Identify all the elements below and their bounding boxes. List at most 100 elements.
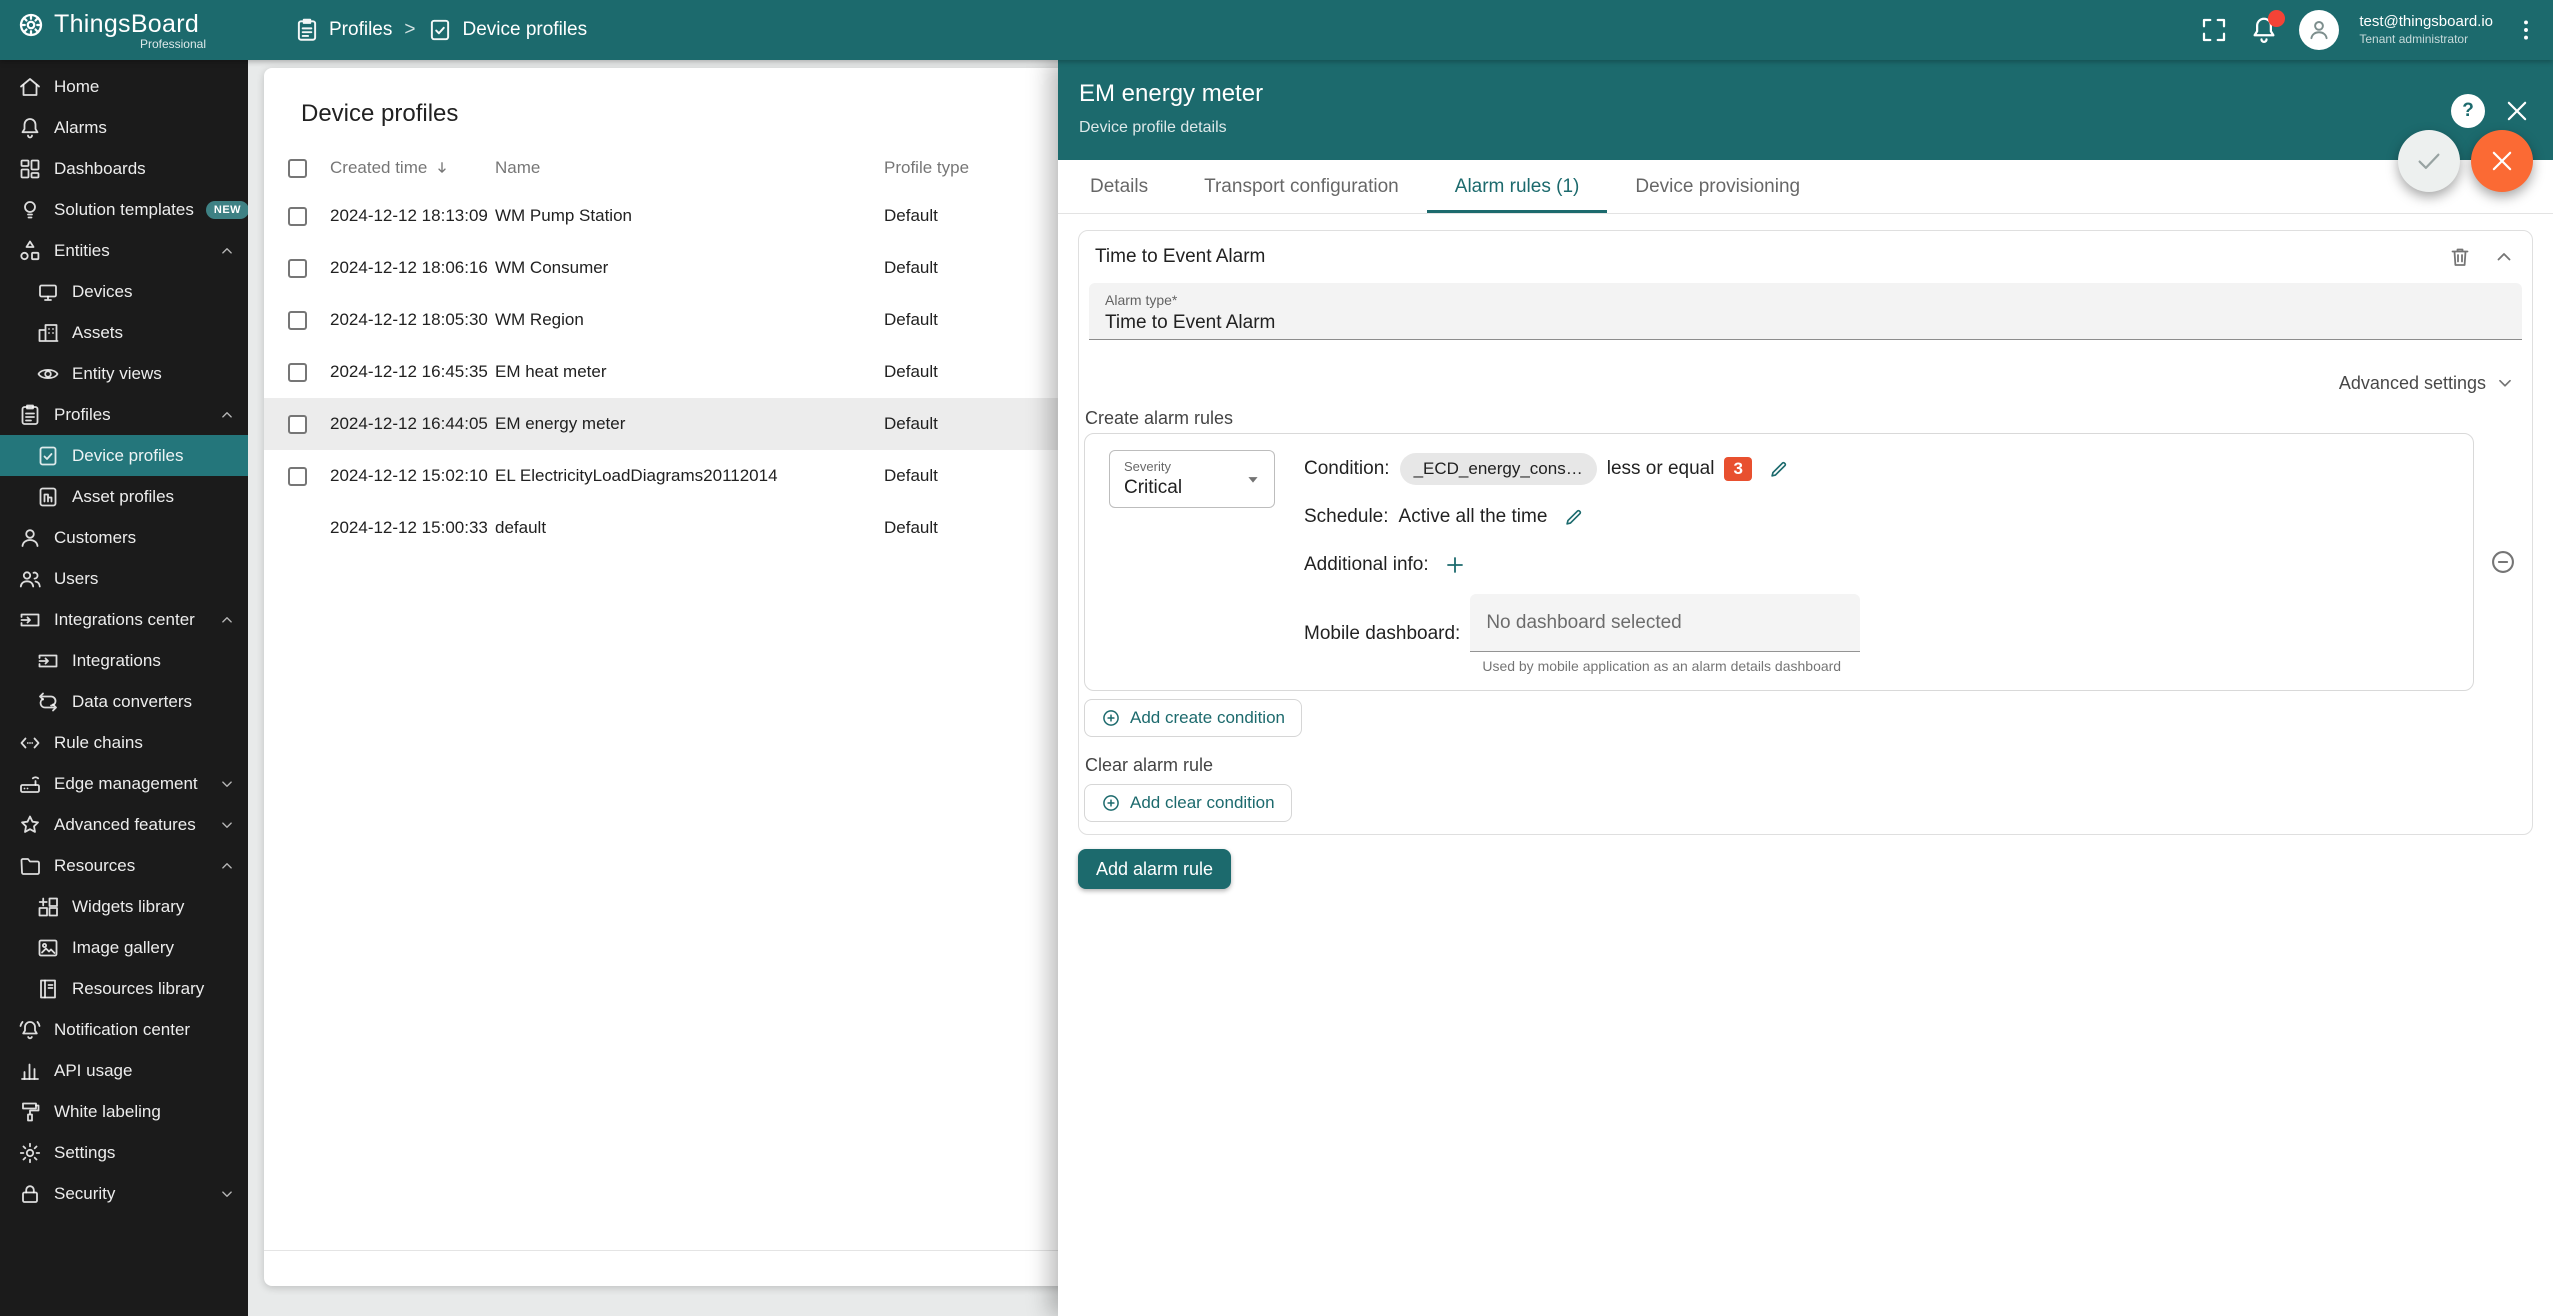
column-header-created-time[interactable]: Created time [330,158,495,178]
person-icon [2306,17,2332,43]
sidebar-item-integrations[interactable]: Integrations [0,640,248,681]
sidebar-item-customers[interactable]: Customers [0,517,248,558]
thingsboard-logo[interactable]: ThingsBoard Professional [0,10,248,51]
sidebar-item-rule-chains[interactable]: Rule chains [0,722,248,763]
sidebar-item-data-converters[interactable]: Data converters [0,681,248,722]
advanced-settings-toggle[interactable]: Advanced settings [1079,372,2532,394]
sidebar-item-users[interactable]: Users [0,558,248,599]
sidebar-item-profiles[interactable]: Profiles [0,394,248,435]
sidebar-item-asset-profiles[interactable]: Asset profiles [0,476,248,517]
sidebar-item-widgets-library[interactable]: Widgets library [0,886,248,927]
edit-schedule-icon[interactable] [1563,506,1585,528]
sidebar-item-api-usage[interactable]: API usage [0,1050,248,1091]
chevron-down-icon [2494,372,2516,394]
sidebar-item-dashboards[interactable]: Dashboards [0,148,248,189]
fullscreen-button[interactable] [2199,15,2229,45]
sidebar-item-notification-center[interactable]: Notification center [0,1009,248,1050]
gear-icon [18,1141,42,1165]
sidebar-item-entities[interactable]: Entities [0,230,248,271]
row-checkbox[interactable] [288,415,307,434]
breadcrumb-profiles[interactable]: Profiles [294,17,392,43]
row-checkbox[interactable] [288,467,307,486]
sidebar-item-label: Entity views [72,364,162,384]
cell-created-time: 2024-12-12 15:02:10 [330,466,495,486]
sort-desc-icon [433,159,451,177]
additional-info-row: Additional info: [1304,546,2457,584]
user-role: Tenant administrator [2359,32,2493,48]
severity-select[interactable]: Severity Critical [1109,450,1275,508]
sidebar-item-label: Resources library [72,979,204,999]
sidebar-item-edge-management[interactable]: Edge management [0,763,248,804]
breadcrumb-separator: > [404,19,415,41]
topbar: ThingsBoard Professional Profiles > Devi… [0,0,2553,60]
mobile-dashboard-input[interactable] [1470,594,1860,652]
transform-icon [36,690,60,714]
mobile-dashboard-label: Mobile dashboard: [1304,623,1460,645]
sidebar-item-integrations-center[interactable]: Integrations center [0,599,248,640]
sidebar-item-settings[interactable]: Settings [0,1132,248,1173]
remove-alarm-rule-icon[interactable] [2489,548,2517,576]
sidebar-item-label: Dashboards [54,159,146,179]
create-alarm-rule-row: Severity Critical Condition: _ECD_energy… [1084,433,2532,691]
tab-device-provisioning[interactable]: Device provisioning [1607,160,1828,213]
row-checkbox[interactable] [288,363,307,382]
select-all-checkbox[interactable] [288,159,307,178]
sidebar-item-home[interactable]: Home [0,66,248,107]
row-checkbox[interactable] [288,311,307,330]
cell-name: WM Pump Station [495,206,884,226]
edit-condition-icon[interactable] [1768,458,1790,480]
row-checkbox[interactable] [288,259,307,278]
condition-value-badge: 3 [1724,457,1751,481]
sidebar-item-entity-views[interactable]: Entity views [0,353,248,394]
sidebar-item-resources[interactable]: Resources [0,845,248,886]
sidebar-item-advanced-features[interactable]: Advanced features [0,804,248,845]
sidebar-item-alarms[interactable]: Alarms [0,107,248,148]
sidebar-item-label: Settings [54,1143,115,1163]
integrations-center-icon [18,608,42,632]
add-additional-info-icon[interactable] [1443,553,1467,577]
alarm-type-field[interactable]: Alarm type* Time to Event Alarm [1089,283,2522,340]
add-clear-condition-button[interactable]: Add clear condition [1084,784,1292,822]
add-alarm-rule-button[interactable]: Add alarm rule [1078,849,1231,889]
tab-details[interactable]: Details [1062,160,1176,213]
help-button[interactable]: ? [2451,94,2485,128]
edge-router-icon [18,772,42,796]
row-checkbox[interactable] [288,207,307,226]
discard-changes-fab[interactable] [2471,130,2533,192]
sidebar-item-solution-templates[interactable]: Solution templates NEW [0,189,248,230]
severity-value: Critical [1124,477,1182,499]
tab-alarm-rules[interactable]: Alarm rules (1) [1427,160,1608,213]
sidebar-item-image-gallery[interactable]: Image gallery [0,927,248,968]
new-badge: NEW [206,201,248,219]
breadcrumb-device-profiles[interactable]: Device profiles [427,17,587,43]
sidebar-item-resources-library[interactable]: Resources library [0,968,248,1009]
more-menu-button[interactable] [2513,17,2539,43]
sidebar-item-white-labeling[interactable]: White labeling [0,1091,248,1132]
sidebar-item-devices[interactable]: Devices [0,271,248,312]
device-profile-details-panel: EM energy meter Device profile details ?… [1058,60,2553,1316]
thingsboard-logo-icon [16,10,46,40]
add-create-condition-button[interactable]: Add create condition [1084,699,1302,737]
clear-alarm-rule-label: Clear alarm rule [1085,755,2532,776]
tab-transport-configuration[interactable]: Transport configuration [1176,160,1427,213]
notifications-button[interactable] [2249,15,2279,45]
column-header-name[interactable]: Name [495,158,884,178]
close-panel-button[interactable] [2502,96,2532,126]
sidebar-item-security[interactable]: Security [0,1173,248,1214]
condition-key-chip[interactable]: _ECD_energy_cons… [1400,453,1597,485]
sidebar-item-label: Resources [54,856,135,876]
rule-chains-icon [18,731,42,755]
apply-changes-fab[interactable] [2398,130,2460,192]
topbar-actions: test@thingsboard.io Tenant administrator [2199,10,2553,50]
user-menu[interactable]: test@thingsboard.io Tenant administrator [2359,12,2493,47]
sidebar-item-label: Assets [72,323,123,343]
mobile-dashboard-row: Mobile dashboard: Used by mobile applica… [1304,594,2457,674]
delete-alarm-rule-icon[interactable] [2448,245,2472,269]
cell-created-time: 2024-12-12 18:05:30 [330,310,495,330]
sidebar-item-device-profiles[interactable]: Device profiles [0,435,248,476]
collapse-alarm-rule-icon[interactable] [2492,245,2516,269]
logo-subtitle: Professional [16,37,206,51]
avatar[interactable] [2299,10,2339,50]
sidebar-item-label: Rule chains [54,733,143,753]
sidebar-item-assets[interactable]: Assets [0,312,248,353]
